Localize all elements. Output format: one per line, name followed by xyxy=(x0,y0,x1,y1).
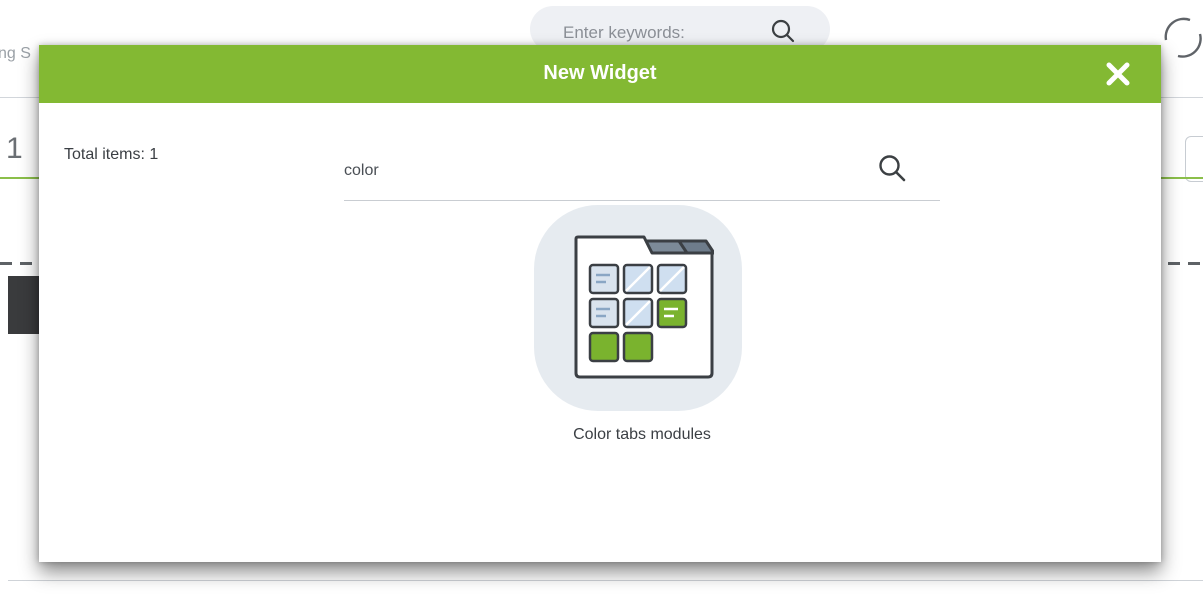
background-search-icon xyxy=(771,19,795,43)
background-dark-block xyxy=(8,276,42,334)
new-widget-modal: New Widget Total items: 1 color Color ta… xyxy=(39,45,1161,562)
modal-header: New Widget xyxy=(39,45,1161,103)
background-dash xyxy=(1168,262,1180,265)
refresh-icon xyxy=(1164,17,1202,58)
modal-title: New Widget xyxy=(543,62,657,84)
background-dash xyxy=(1188,262,1200,265)
search-icon[interactable] xyxy=(877,153,907,183)
background-right-button xyxy=(1185,136,1203,182)
background-search-placeholder: Enter keywords: xyxy=(563,23,685,42)
widget-item-color-tabs-modules[interactable]: Color tabs modules xyxy=(519,205,765,455)
widget-label: Color tabs modules xyxy=(573,426,711,443)
widget-search xyxy=(344,140,940,201)
background-bottom-divider xyxy=(8,580,1203,581)
background-left-number: 1 xyxy=(6,132,23,165)
background-dash xyxy=(20,262,32,265)
widget-search-input[interactable] xyxy=(344,158,864,184)
total-items-count: Total items: 1 xyxy=(64,146,159,163)
color-tabs-grid-icon xyxy=(574,235,714,379)
background-left-text: ng S xyxy=(0,45,31,62)
background-dash xyxy=(0,262,12,265)
close-icon[interactable] xyxy=(1103,59,1133,89)
